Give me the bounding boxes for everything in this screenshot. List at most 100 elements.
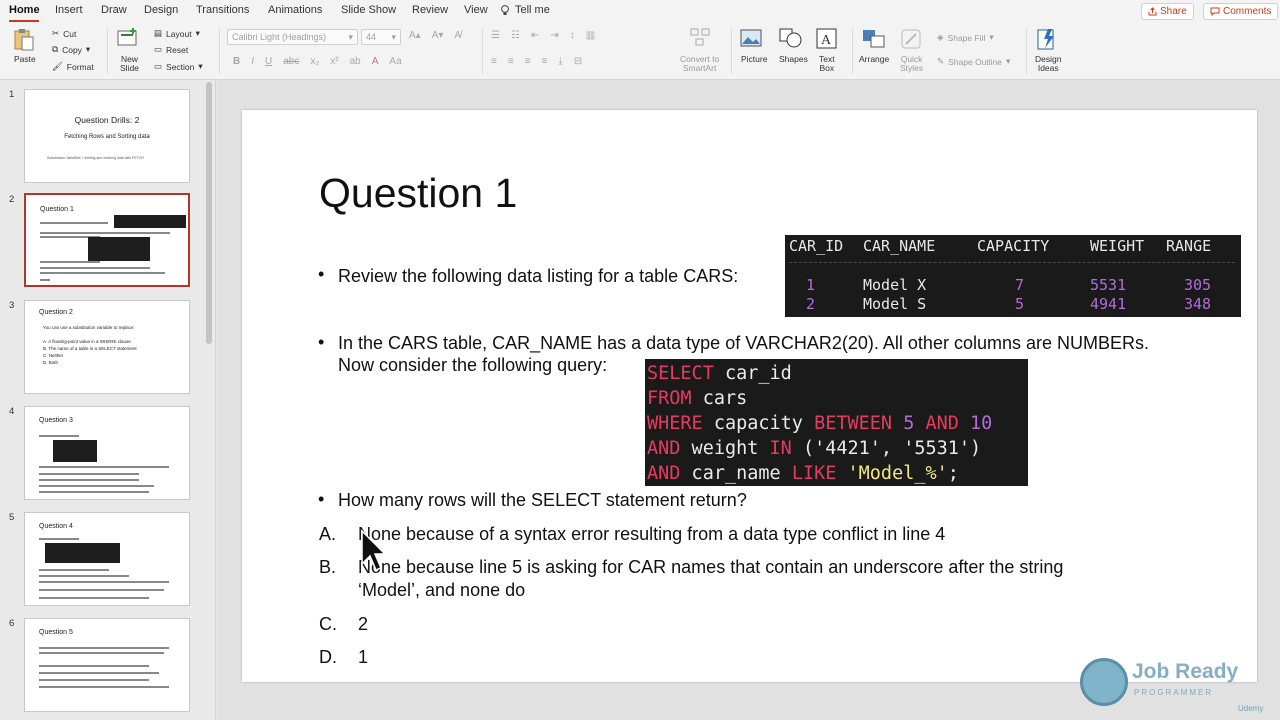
strikethrough-icon[interactable]: abc [283, 56, 299, 67]
code-token: ('4421', '5531') [791, 438, 982, 459]
text-box-icon[interactable]: A [816, 28, 837, 49]
smartart-icon[interactable] [690, 28, 710, 46]
tab-animations[interactable]: Animations [268, 4, 322, 16]
design-ideas-icon[interactable] [1036, 27, 1058, 51]
code-token: 5 [892, 413, 926, 434]
code-token: ; [947, 463, 959, 484]
font-name-select[interactable]: Calibri Light (Headings) ▾ [227, 29, 358, 45]
shape-outline-button[interactable]: ✎ Shape Outline ▾ [937, 56, 1010, 67]
superscript-icon[interactable]: x² [330, 56, 338, 67]
highlight-icon[interactable]: ab [350, 56, 361, 67]
lightbulb-icon [501, 4, 509, 15]
thumbnail-text-line [40, 267, 150, 269]
tab-view[interactable]: View [464, 4, 488, 16]
tab-slide-show[interactable]: Slide Show [341, 4, 396, 16]
bullet-data-type-line1[interactable]: In the CARS table, CAR_NAME has a data t… [338, 333, 1149, 354]
copy-button[interactable]: ⧉ Copy ▾ [52, 44, 90, 55]
comment-icon [1210, 7, 1220, 16]
font-color-icon[interactable]: A [372, 56, 379, 67]
tab-transitions[interactable]: Transitions [196, 4, 249, 16]
align-right-icon[interactable]: ≡ [525, 56, 531, 67]
shape-fill-button[interactable]: ◈ Shape Fill ▾ [937, 32, 994, 43]
change-case-icon[interactable]: Aa [389, 56, 401, 67]
tab-home[interactable]: Home [9, 4, 40, 16]
new-slide-icon[interactable] [117, 28, 139, 48]
table-cell: 305 [1184, 276, 1212, 294]
increase-font-icon[interactable]: A▴ [409, 30, 421, 41]
slide-thumbnail-1[interactable]: Question Drills: 2 Fetching Rows and Sor… [24, 89, 190, 183]
format-painter-button[interactable]: 🖌 Format [52, 61, 94, 72]
decrease-font-icon[interactable]: A▾ [432, 30, 444, 41]
bold-icon[interactable]: B [233, 56, 240, 67]
columns-icon[interactable]: ▥ [586, 30, 595, 41]
bullet-question[interactable]: How many rows will the SELECT statement … [338, 490, 747, 511]
reset-button[interactable]: ▭ Reset [154, 44, 188, 55]
bullet-marker: • [318, 264, 325, 284]
text-direction-icon[interactable]: ⤓ [558, 56, 562, 67]
bullets-icon[interactable]: ☰ [491, 30, 500, 41]
design-ideas-label: Design Ideas [1035, 54, 1062, 73]
cut-button[interactable]: ✂ Cut [52, 28, 76, 39]
italic-icon[interactable]: I [251, 56, 254, 67]
sql-query-code-block[interactable]: SELECT car_id FROM cars WHERE capacity BET… [645, 359, 1028, 486]
slide-title[interactable]: Question 1 [319, 170, 517, 217]
table-cell: Model S [863, 295, 927, 313]
numbering-icon[interactable]: ☷ [511, 30, 520, 41]
tab-draw[interactable]: Draw [101, 4, 127, 16]
code-token: WHERE [647, 413, 703, 434]
underline-icon[interactable]: U [265, 56, 272, 67]
paste-icon[interactable] [13, 28, 35, 52]
tab-insert[interactable]: Insert [55, 4, 83, 16]
arrange-icon[interactable] [862, 29, 886, 49]
decrease-indent-icon[interactable]: ⇤ [531, 30, 539, 41]
slide-thumbnail-6[interactable]: Question 5 [24, 618, 190, 712]
option-a-text[interactable]: None because of a syntax error resulting… [358, 524, 945, 545]
table-cell: 5 [1015, 295, 1025, 313]
align-center-icon[interactable]: ≡ [508, 56, 514, 67]
code-token: car_id [713, 363, 792, 384]
slide-thumbnail-3[interactable]: Question 2 You can use a substitution va… [24, 300, 190, 394]
slide-thumbnail-4[interactable]: Question 3 [24, 406, 190, 500]
align-left-icon[interactable]: ≡ [491, 56, 497, 67]
option-d-text[interactable]: 1 [358, 647, 368, 668]
list-buttons: ☰ ☷ ⇤ ⇥ ↕ ▥ [491, 30, 595, 41]
line-spacing-icon[interactable]: ↕ [570, 30, 575, 41]
font-size-select[interactable]: 44 ▾ [361, 29, 401, 45]
picture-icon[interactable] [740, 29, 762, 47]
slide-thumbnail-5[interactable]: Question 4 [24, 512, 190, 606]
bullet-review-table[interactable]: Review the following data listing for a … [338, 266, 738, 287]
justify-icon[interactable]: ≡ [542, 56, 548, 67]
section-button[interactable]: ▭ Section ▾ [154, 61, 203, 72]
layout-button[interactable]: ▤ Layout ▾ [154, 28, 200, 39]
thumbnail-text-line [39, 665, 149, 667]
increase-indent-icon[interactable]: ⇥ [550, 30, 558, 41]
ribbon-divider [731, 28, 732, 74]
option-c-text[interactable]: 2 [358, 614, 368, 635]
slide-thumbnail-2[interactable]: Question 1 [24, 193, 190, 287]
shapes-icon[interactable] [779, 28, 803, 48]
subscript-icon[interactable]: x₂ [310, 56, 319, 67]
thumbnail-text: You can use a substitution variable to r… [43, 325, 135, 330]
tell-me-search[interactable]: Tell me [500, 4, 550, 16]
font-size-value: 44 [366, 32, 377, 42]
svg-text:A: A [821, 33, 832, 48]
clear-format-icon[interactable]: A̸ [454, 30, 461, 41]
alignment-buttons: ≡ ≡ ≡ ≡ ⤓ ⊟ [491, 56, 582, 67]
cars-table-listing[interactable]: CAR_ID CAR_NAME CAPACITY WEIGHT RANGE 1 … [785, 235, 1241, 317]
quick-styles-icon[interactable] [900, 28, 924, 50]
font-name-value: Calibri Light (Headings) [232, 32, 327, 42]
option-b-text-continued[interactable]: ‘Model’, and none do [358, 580, 525, 601]
bullet-data-type-line2[interactable]: Now consider the following query: [338, 355, 607, 376]
option-b-text[interactable]: None because line 5 is asking for CAR na… [358, 557, 1063, 578]
reset-icon: ▭ [154, 44, 163, 54]
current-slide[interactable]: Question 1 • Review the following data l… [242, 110, 1257, 682]
thumbnail-text-line [39, 491, 149, 493]
code-token: 'Model_%' [836, 463, 948, 484]
tab-review[interactable]: Review [412, 4, 448, 16]
share-button[interactable]: Share [1141, 3, 1194, 20]
layout-icon: ▤ [154, 28, 163, 38]
comments-button[interactable]: Comments [1203, 3, 1279, 20]
align-text-icon[interactable]: ⊟ [574, 56, 582, 67]
tab-design[interactable]: Design [144, 4, 178, 16]
thumbnail-scrollbar[interactable] [206, 82, 212, 344]
